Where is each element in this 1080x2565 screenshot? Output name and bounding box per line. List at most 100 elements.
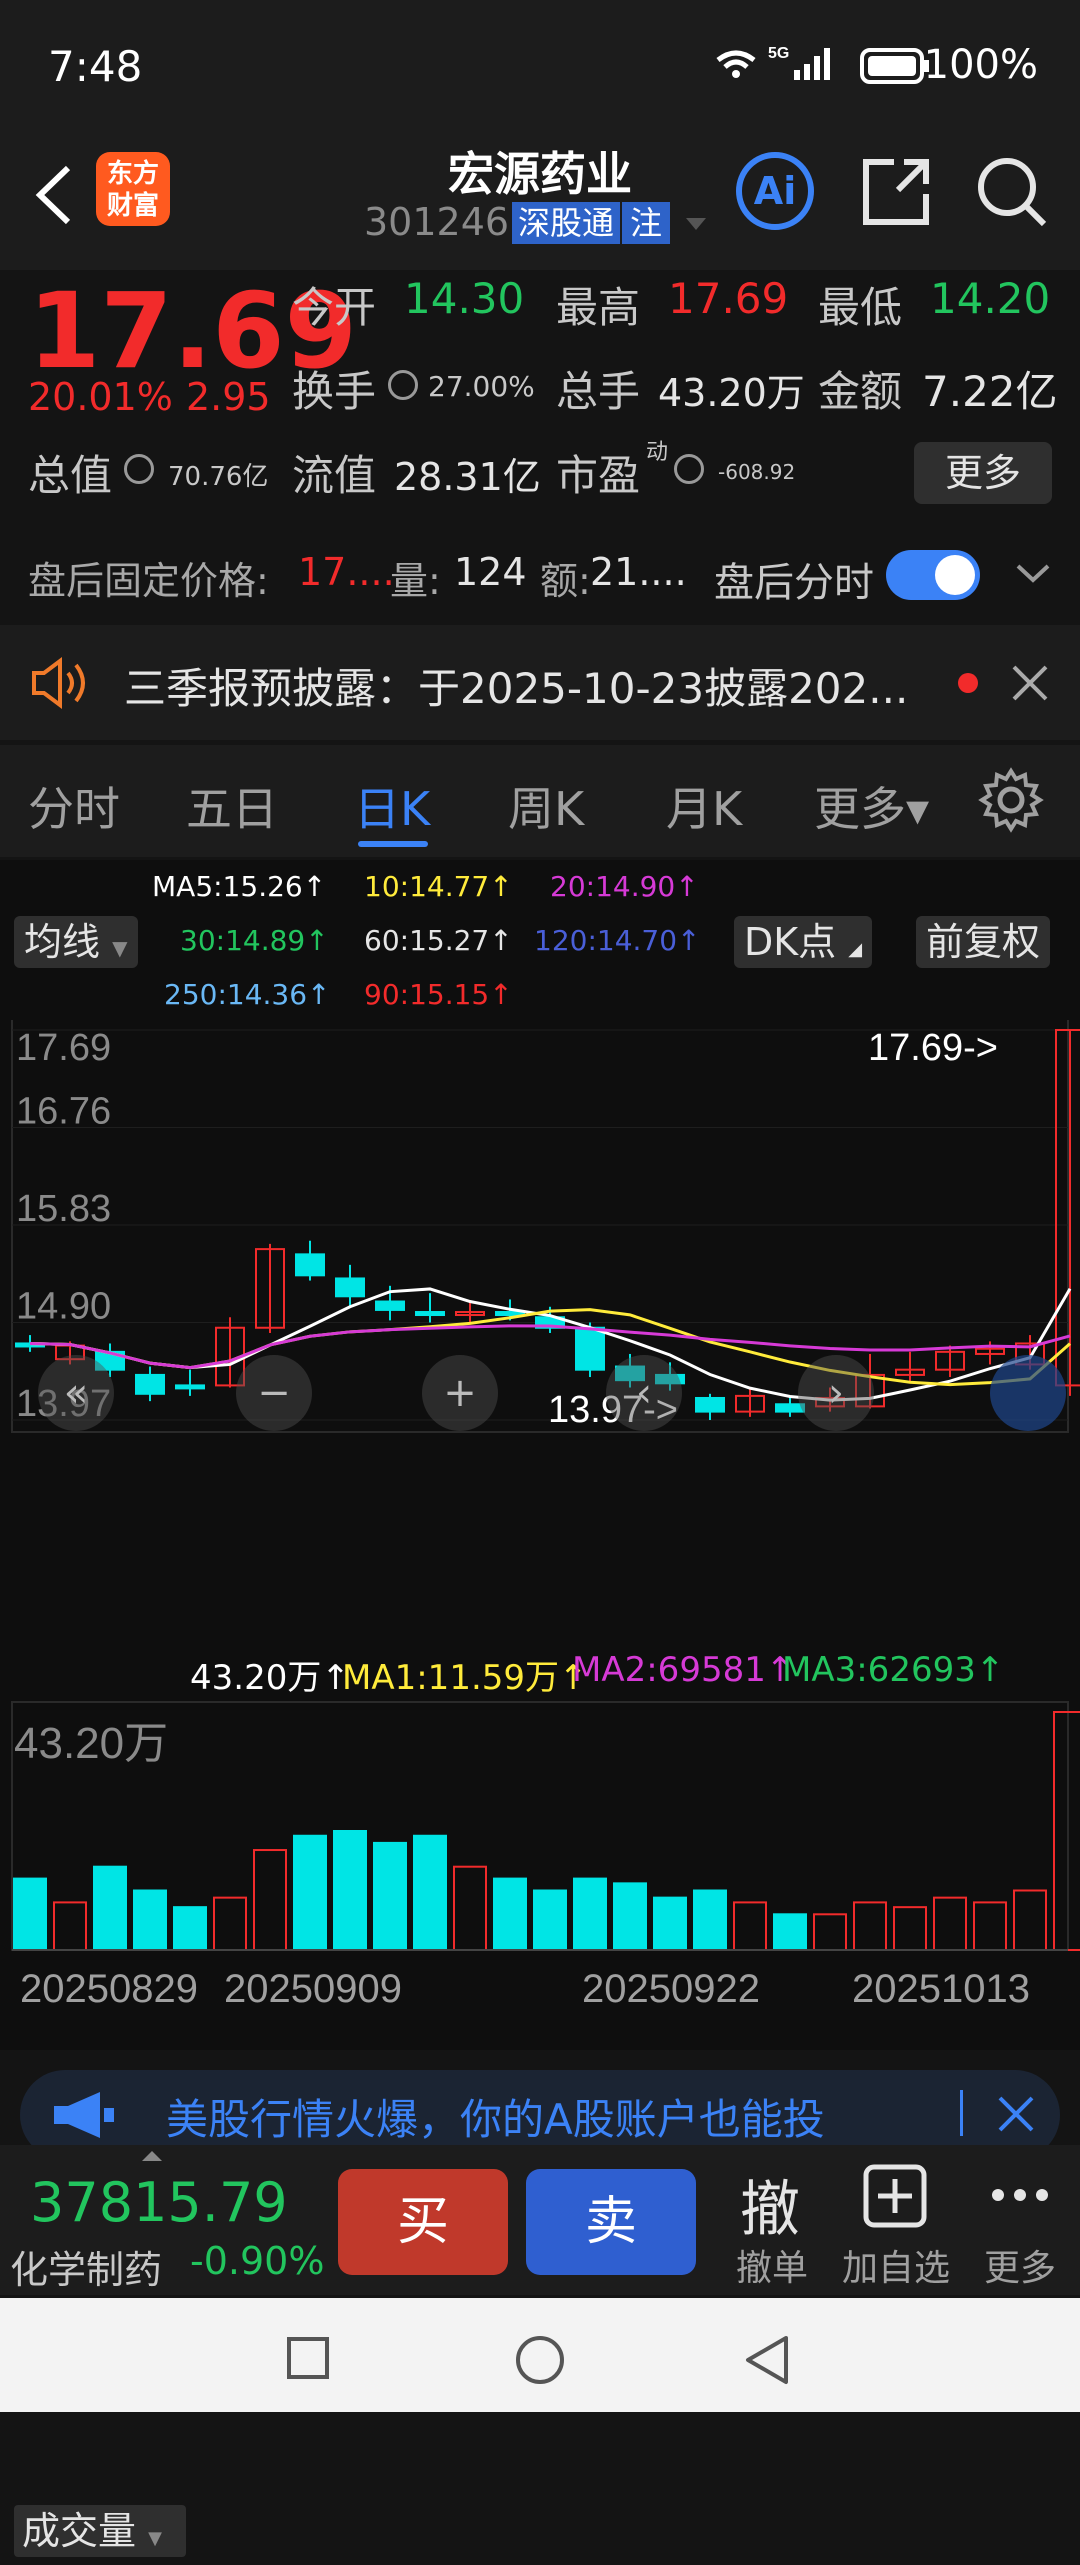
volume-bar bbox=[53, 1901, 87, 1951]
add-watchlist-label[interactable]: 加自选 bbox=[842, 2239, 950, 2291]
fullscreen-button[interactable] bbox=[990, 1355, 1066, 1431]
volume-ma3: MA3:62693↑ bbox=[782, 1650, 1005, 1690]
open-label: 今开 bbox=[292, 283, 377, 332]
add-watchlist-icon[interactable] bbox=[862, 2163, 928, 2229]
ma30-value: 30:14.89↑ bbox=[180, 924, 329, 957]
volume-bar bbox=[933, 1896, 967, 1951]
volume-value: 43.20万 bbox=[658, 371, 805, 415]
candle-body bbox=[775, 1403, 805, 1413]
after-hours-toggle[interactable] bbox=[886, 550, 980, 600]
buy-button[interactable]: 买 bbox=[338, 2169, 508, 2275]
y-tick-label: 17.69 bbox=[16, 1027, 111, 1069]
more-dots-icon[interactable] bbox=[990, 2185, 1050, 2205]
ai-button[interactable]: Ai bbox=[736, 152, 814, 230]
announcement-text[interactable]: 三季报预披露：于2025-10-23披露202... bbox=[124, 655, 908, 716]
volume-indicator-selector[interactable]: 成交量 ▼ bbox=[14, 2505, 186, 2557]
volume-bar bbox=[333, 1830, 367, 1951]
tab-monthly-k[interactable]: 月K bbox=[666, 773, 742, 839]
dropdown-icon[interactable] bbox=[684, 216, 708, 234]
info-icon[interactable] bbox=[124, 454, 154, 484]
volume-bar bbox=[773, 1913, 807, 1952]
candle-body bbox=[295, 1253, 325, 1277]
speaker-icon bbox=[32, 657, 85, 709]
share-icon[interactable] bbox=[858, 154, 934, 230]
x-date-label: 20250829 bbox=[20, 1967, 198, 2011]
float-cap-value: 28.31亿 bbox=[394, 455, 541, 499]
tab-five-day[interactable]: 五日 bbox=[186, 773, 278, 839]
cancel-order-label[interactable]: 撤单 bbox=[736, 2239, 808, 2291]
sell-button[interactable]: 卖 bbox=[526, 2169, 696, 2275]
recents-icon[interactable] bbox=[286, 2336, 330, 2380]
ma60-value: 60:15.27↑ bbox=[364, 924, 513, 957]
volume-ma1: MA1:11.59万↑ bbox=[342, 1658, 588, 1698]
volume-bar bbox=[653, 1896, 687, 1951]
y-tick-label: 15.83 bbox=[16, 1188, 111, 1230]
bottom-action-bar: 37815.79 化学制药 -0.90% 买 卖 撤 撤单 加自选 更多 bbox=[0, 2145, 1080, 2295]
volume-bar bbox=[813, 1913, 847, 1952]
volume-bar bbox=[413, 1834, 447, 1951]
volume-bar bbox=[533, 1889, 567, 1951]
promo-text[interactable]: 美股行情火爆，你的A股账户也能投 bbox=[166, 2086, 825, 2147]
index-value[interactable]: 37815.79 bbox=[30, 2171, 288, 2234]
volume-bar bbox=[733, 1901, 767, 1951]
volume-bar bbox=[373, 1841, 407, 1951]
volume-bar bbox=[453, 1865, 487, 1951]
stock-header: 东方财富 宏源药业 301246 深股通 注 Ai bbox=[0, 130, 1080, 270]
info-icon[interactable] bbox=[388, 370, 418, 400]
forward-adjust-button[interactable]: 前复权 bbox=[916, 916, 1051, 968]
tab-intraday[interactable]: 分时 bbox=[28, 773, 120, 839]
candle-body bbox=[415, 1311, 445, 1317]
volume-max-label: 43.20万 bbox=[14, 1719, 168, 1768]
close-icon[interactable] bbox=[1010, 663, 1050, 703]
candle-body bbox=[335, 1277, 365, 1298]
tab-daily-k[interactable]: 日K bbox=[354, 773, 430, 839]
turnover-label: 换手 bbox=[292, 367, 377, 416]
candle-body bbox=[175, 1384, 205, 1390]
change-amount: 2.95 bbox=[186, 375, 271, 419]
volume-chart[interactable]: 43.20万 20250829 20250909 20250922 20251013 bbox=[0, 1700, 1080, 2050]
more-label[interactable]: 更多 bbox=[984, 2239, 1056, 2291]
search-icon[interactable] bbox=[974, 154, 1050, 230]
home-icon[interactable] bbox=[514, 2334, 566, 2386]
cancel-order-icon[interactable]: 撤 bbox=[740, 2161, 800, 2248]
volume-bar bbox=[493, 1877, 527, 1952]
pe-superscript: 动 bbox=[646, 440, 669, 465]
pan-right-button-glyph: › bbox=[828, 1370, 844, 1416]
status-bar: 7:48 5G 100% bbox=[0, 0, 1080, 130]
dk-point-button[interactable]: DK点 ◢ bbox=[734, 916, 873, 968]
after-hours-vol: 124 bbox=[454, 550, 527, 594]
index-name[interactable]: 化学制药 bbox=[10, 2239, 162, 2294]
stock-code: 301246 bbox=[364, 200, 510, 244]
x-date-label: 20251013 bbox=[852, 1967, 1030, 2011]
low-label: 最低 bbox=[818, 283, 903, 332]
back-nav-icon[interactable] bbox=[744, 2334, 790, 2386]
megaphone-icon bbox=[54, 2092, 114, 2138]
after-hours-label: 盘后固定价格: bbox=[28, 559, 269, 603]
chevron-down-icon[interactable] bbox=[1014, 560, 1052, 586]
expand-up-icon[interactable] bbox=[140, 2149, 164, 2163]
high-price-tag: 17.69-> bbox=[868, 1027, 998, 1069]
candle-body bbox=[375, 1300, 405, 1311]
volume-bar bbox=[213, 1896, 247, 1951]
volume-bar bbox=[693, 1889, 727, 1951]
info-icon[interactable] bbox=[674, 454, 704, 484]
gear-icon[interactable] bbox=[978, 767, 1044, 833]
volume-bar bbox=[1013, 1889, 1047, 1951]
ma120-value: 120:14.70↑ bbox=[534, 924, 701, 957]
announcement-bar[interactable]: 三季报预披露：于2025-10-23披露202... bbox=[0, 625, 1080, 740]
low-value: 14.20 bbox=[930, 274, 1051, 323]
signal-icons: 5G bbox=[716, 45, 830, 80]
y-tick-label: 14.90 bbox=[16, 1286, 111, 1328]
volume-bar bbox=[13, 1877, 47, 1952]
more-quote-button[interactable]: 更多 bbox=[914, 442, 1052, 504]
close-icon[interactable] bbox=[996, 2094, 1036, 2134]
zoom-out-button-glyph: − bbox=[257, 1370, 291, 1416]
tab-more[interactable]: 更多▾ bbox=[814, 773, 929, 839]
battery-icon bbox=[860, 48, 929, 84]
battery-text: 100% bbox=[923, 42, 1038, 88]
tab-weekly-k[interactable]: 周K bbox=[508, 773, 584, 839]
turnover-value: 27.00% bbox=[428, 370, 535, 403]
ma-selector[interactable]: 均线 ▼ bbox=[14, 916, 138, 968]
amount-value: 7.22亿 bbox=[922, 367, 1058, 416]
volume-bar bbox=[853, 1901, 887, 1951]
